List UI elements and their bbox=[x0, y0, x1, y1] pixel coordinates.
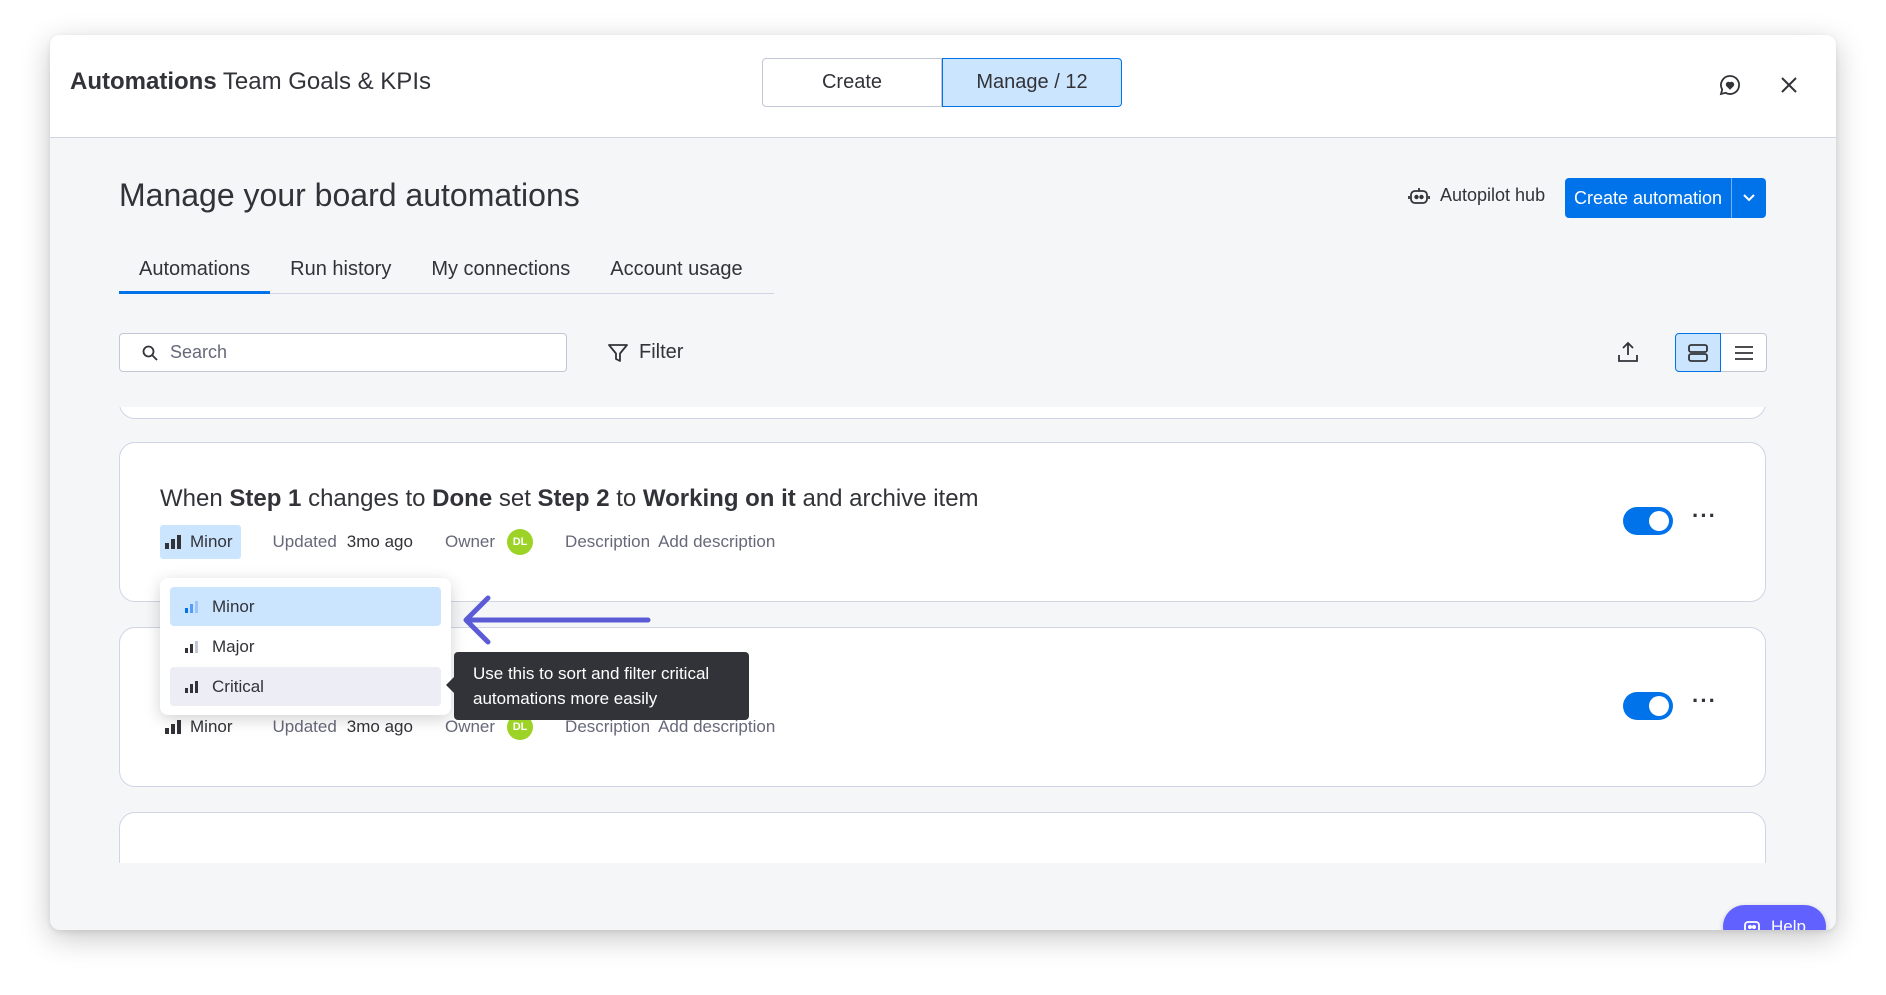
recipe-token[interactable]: Done bbox=[432, 485, 492, 512]
mode-switcher: Create Manage / 12 bbox=[762, 58, 1122, 107]
tab-account-usage[interactable]: Account usage bbox=[590, 250, 762, 294]
priority-tooltip: Use this to sort and filter critical aut… bbox=[446, 652, 749, 720]
recipe-text: changes to bbox=[301, 485, 433, 512]
recipe-token[interactable]: Step 1 bbox=[229, 485, 301, 512]
create-automation-button[interactable]: Create automation bbox=[1565, 178, 1766, 218]
filter-button[interactable]: Filter bbox=[607, 341, 683, 364]
owner-label: Owner bbox=[444, 532, 496, 551]
chevron-down-icon[interactable] bbox=[1731, 178, 1766, 218]
automation-toggle[interactable] bbox=[1623, 692, 1673, 720]
search-icon bbox=[142, 345, 158, 361]
robot-icon bbox=[1744, 920, 1760, 930]
title-bold: Automations bbox=[70, 68, 217, 95]
page-title: Manage your board automations bbox=[119, 177, 580, 213]
view-toggle bbox=[1675, 333, 1767, 372]
priority-label: Minor bbox=[190, 717, 233, 736]
automation-meta: Minor Updated 3mo ago Owner DL Descripti… bbox=[160, 525, 775, 559]
recipe-text: and archive item bbox=[795, 485, 979, 512]
description-label: Description bbox=[565, 717, 651, 736]
priority-bars-icon bbox=[185, 640, 198, 653]
automation-toggle[interactable] bbox=[1623, 507, 1673, 535]
description-label: Description bbox=[565, 532, 651, 551]
updated-value: 3mo ago bbox=[346, 532, 413, 551]
manage-tab[interactable]: Manage / 12 bbox=[942, 58, 1122, 107]
annotation-arrow-icon bbox=[463, 595, 651, 645]
priority-option-label: Minor bbox=[212, 596, 255, 616]
feedback-icon[interactable] bbox=[1716, 71, 1744, 99]
autopilot-hub-label: Autopilot hub bbox=[1440, 185, 1546, 205]
more-options-icon[interactable]: ··· bbox=[1692, 503, 1717, 529]
export-icon[interactable] bbox=[1616, 340, 1640, 369]
owner-avatar[interactable]: DL bbox=[507, 529, 534, 555]
priority-option-minor[interactable]: Minor bbox=[170, 587, 441, 626]
autopilot-hub-link[interactable]: Autopilot hub bbox=[1408, 185, 1545, 206]
manage-tabs: Automations Run history My connections A… bbox=[119, 250, 774, 294]
list-view-icon[interactable] bbox=[1721, 333, 1767, 372]
filter-icon bbox=[608, 343, 628, 362]
updated-label: Updated bbox=[272, 532, 337, 551]
title-board-name: Team Goals & KPIs bbox=[216, 68, 431, 95]
recipe-token[interactable]: Working on it bbox=[643, 485, 796, 512]
automation-recipe: When Step 1 changes to Done set Step 2 t… bbox=[160, 485, 979, 513]
owner-label: Owner bbox=[444, 717, 496, 736]
updated-label: Updated bbox=[272, 717, 337, 736]
updated-value: 3mo ago bbox=[346, 717, 413, 736]
priority-bars-icon bbox=[185, 600, 198, 613]
card-view-icon[interactable] bbox=[1675, 333, 1721, 372]
robot-icon bbox=[1408, 187, 1430, 204]
modal-title: Automations Team Goals & KPIs bbox=[70, 68, 431, 96]
filter-label: Filter bbox=[639, 341, 684, 363]
more-options-icon[interactable]: ··· bbox=[1692, 688, 1717, 714]
recipe-text: to bbox=[609, 485, 643, 512]
priority-option-label: Major bbox=[212, 636, 255, 656]
priority-option-major[interactable]: Major bbox=[170, 627, 441, 666]
automation-card-partial-top bbox=[119, 407, 1766, 419]
search-placeholder: Search bbox=[170, 342, 228, 362]
automation-card-partial-bottom bbox=[119, 812, 1766, 863]
add-description-link[interactable]: Add description bbox=[658, 717, 775, 737]
priority-bars-icon bbox=[185, 680, 198, 693]
automations-modal: Automations Team Goals & KPIs Create Man… bbox=[50, 35, 1836, 930]
priority-option-critical[interactable]: Critical bbox=[170, 667, 441, 706]
add-description-link[interactable]: Add description bbox=[658, 532, 775, 552]
help-button[interactable]: Help bbox=[1723, 905, 1826, 930]
tab-run-history[interactable]: Run history bbox=[270, 250, 411, 294]
create-automation-label[interactable]: Create automation bbox=[1565, 178, 1731, 218]
create-tab[interactable]: Create bbox=[762, 58, 942, 107]
recipe-text: When bbox=[160, 485, 230, 512]
recipe-token[interactable]: Step 2 bbox=[538, 485, 610, 512]
priority-option-label: Critical bbox=[212, 676, 264, 696]
priority-bars-icon bbox=[165, 535, 181, 549]
modal-header: Automations Team Goals & KPIs Create Man… bbox=[50, 35, 1836, 138]
priority-selector[interactable]: Minor bbox=[160, 525, 241, 559]
tab-my-connections[interactable]: My connections bbox=[411, 250, 590, 294]
priority-selector[interactable]: Minor bbox=[160, 710, 241, 744]
priority-dropdown: Minor Major Critical bbox=[160, 578, 451, 715]
recipe-text: set bbox=[492, 485, 538, 512]
priority-label: Minor bbox=[190, 532, 233, 551]
priority-bars-icon bbox=[165, 720, 181, 734]
tab-automations[interactable]: Automations bbox=[119, 250, 271, 294]
help-label: Help bbox=[1771, 916, 1806, 931]
search-input[interactable]: Search bbox=[119, 333, 567, 372]
close-icon[interactable] bbox=[1775, 71, 1803, 99]
